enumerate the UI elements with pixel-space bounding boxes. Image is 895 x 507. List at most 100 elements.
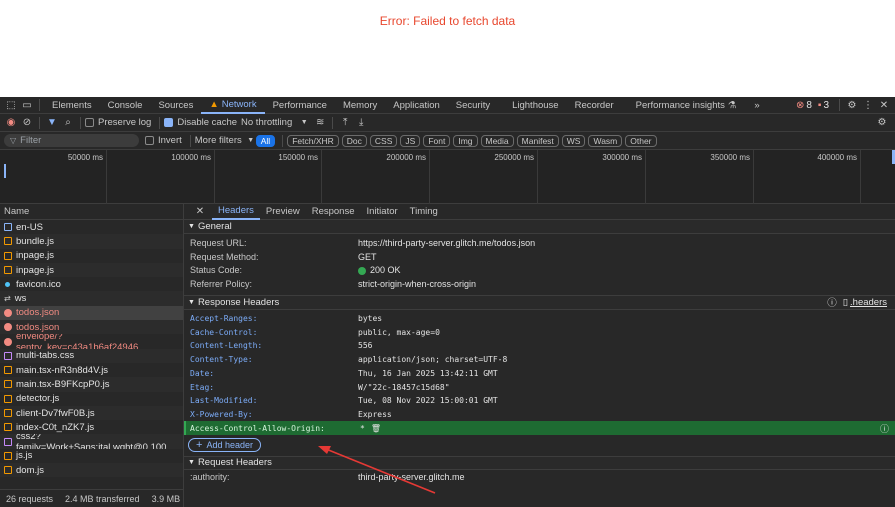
request-row[interactable]: multi-tabs.css: [0, 348, 183, 363]
tab-performance-insights[interactable]: Performance insights ⚗: [622, 97, 745, 114]
more-filters-button[interactable]: More filters: [195, 135, 242, 146]
warning-badge[interactable]: ▪ 3: [818, 100, 829, 111]
tab-initiator[interactable]: Initiator: [361, 204, 404, 220]
error-icon: ⊗: [795, 99, 805, 111]
header-value: Tue, 08 Nov 2022 15:00:01 GMT: [358, 396, 498, 406]
response-headers-section-header[interactable]: ▼ Response Headers ⓘ ▯ .headers: [184, 295, 895, 310]
type-filter-css[interactable]: CSS: [369, 134, 398, 147]
tab-network[interactable]: ▲ Network: [201, 97, 265, 114]
request-row[interactable]: todos.json: [0, 320, 183, 335]
type-filter-ws[interactable]: WS: [561, 134, 586, 147]
request-headers-section-header[interactable]: ▼ Request Headers: [184, 455, 895, 470]
script-icon: [4, 409, 12, 417]
acao-header-row[interactable]: Access-Control-Allow-Origin: * 🗑 ⓘ: [184, 421, 895, 435]
tab-memory[interactable]: Memory: [335, 97, 385, 114]
network-conditions-wifi-icon[interactable]: ≋: [312, 115, 328, 131]
export-har-icon[interactable]: ⤓: [353, 115, 369, 131]
tab-performance[interactable]: Performance: [265, 97, 335, 114]
type-filter-fetch-xhr[interactable]: Fetch/XHR: [287, 134, 339, 147]
kebab-menu-icon[interactable]: ⋮: [860, 97, 876, 113]
invert-checkbox[interactable]: [145, 136, 154, 145]
request-row[interactable]: envelope/?sentry_key=c43a1b6af24946...: [0, 334, 183, 349]
tab-security[interactable]: Security: [448, 97, 498, 114]
general-section-header[interactable]: ▼ General: [184, 220, 895, 234]
tab-sources[interactable]: Sources: [150, 97, 201, 114]
request-count: 26 requests: [6, 493, 54, 504]
request-row[interactable]: js.js: [0, 449, 183, 463]
type-filter-all[interactable]: All: [255, 134, 276, 147]
tab-timing[interactable]: Timing: [404, 204, 444, 220]
chevron-down-icon[interactable]: ▼: [246, 133, 256, 149]
header-key: Date:: [190, 368, 215, 378]
record-icon[interactable]: ◉: [3, 115, 19, 131]
tab-lighthouse[interactable]: Lighthouse: [498, 97, 566, 114]
request-row[interactable]: todos.json: [0, 305, 183, 321]
clear-icon[interactable]: ⊘: [19, 115, 35, 131]
script-icon: [4, 380, 12, 389]
invert-label: Invert: [158, 135, 182, 146]
search-icon[interactable]: ⌕: [60, 115, 76, 131]
request-row[interactable]: inpage.js: [0, 249, 183, 263]
filter-input[interactable]: ▽ Filter: [4, 134, 139, 147]
filter-funnel-icon[interactable]: ▼: [44, 115, 60, 131]
disable-cache-checkbox[interactable]: [164, 118, 174, 127]
network-settings-gear-icon[interactable]: ⚙: [874, 115, 890, 131]
request-row[interactable]: index-C0t_nZK7.js: [0, 420, 183, 434]
type-filter-js[interactable]: JS: [400, 134, 421, 147]
header-key: X-Powered-By:: [190, 409, 253, 419]
header-value: Thu, 16 Jan 2025 13:42:11 GMT: [358, 368, 498, 378]
delete-header-icon[interactable]: 🗑: [371, 424, 381, 433]
tab-recorder[interactable]: Recorder: [567, 97, 622, 114]
request-row[interactable]: css2?family=Work+Sans:ital,wght@0,100...: [0, 434, 183, 449]
tab-console[interactable]: Console: [100, 97, 151, 114]
header-value: Express: [358, 409, 392, 419]
request-row[interactable]: dom.js: [0, 463, 183, 478]
tab-headers[interactable]: Headers: [212, 204, 260, 220]
response-headers-section: Accept-Ranges: bytes Cache-Control: public…: [184, 310, 895, 456]
stylesheet-icon: [4, 437, 12, 446]
header-key: Last-Modified:: [190, 396, 258, 406]
device-toolbar-icon[interactable]: ▭: [19, 97, 35, 113]
headers-file-link[interactable]: .headers: [850, 297, 887, 308]
settings-gear-icon[interactable]: ⚙: [844, 97, 860, 113]
request-row[interactable]: main.tsx-nR3n8d4V.js: [0, 363, 183, 377]
more-tabs-button[interactable]: »: [744, 97, 767, 114]
tab-application[interactable]: Application: [385, 97, 447, 114]
tab-response[interactable]: Response: [306, 204, 361, 220]
type-filter-img[interactable]: Img: [453, 134, 478, 147]
request-row[interactable]: inpage.js: [0, 262, 183, 278]
chevron-down-icon[interactable]: ▼: [296, 115, 312, 131]
request-row[interactable]: favicon.ico: [0, 277, 183, 291]
import-har-icon[interactable]: ⤒: [337, 115, 353, 131]
close-icon[interactable]: ✕: [876, 97, 892, 113]
preserve-log-checkbox[interactable]: [85, 118, 94, 127]
request-row[interactable]: client-Dv7fwF0B.js: [0, 405, 183, 421]
request-row[interactable]: ⇄ ws: [0, 291, 183, 306]
type-filter-other[interactable]: Other: [625, 134, 657, 147]
add-header-button[interactable]: + Add header: [188, 437, 261, 452]
tab-preview[interactable]: Preview: [260, 204, 306, 220]
general-row: Request URL: https://third-party-server.g…: [184, 236, 895, 250]
error-badge[interactable]: ⊗ 8: [796, 100, 812, 111]
type-filter-media[interactable]: Media: [480, 134, 514, 147]
type-filter-font[interactable]: Font: [423, 134, 451, 147]
type-filter-wasm[interactable]: Wasm: [588, 134, 623, 147]
request-row[interactable]: detector.js: [0, 392, 183, 406]
type-filter-manifest[interactable]: Manifest: [516, 134, 559, 147]
preserve-log-label: Preserve log: [98, 117, 152, 128]
request-name: dom.js: [16, 464, 44, 476]
request-headers-section: :authority: third-party-server.glitch.me: [184, 470, 895, 484]
timeline-tick: 400000 ms: [817, 150, 861, 204]
close-details-icon[interactable]: ✕: [192, 204, 208, 220]
request-row[interactable]: bundle.js: [0, 234, 183, 249]
throttling-select[interactable]: No throttling: [241, 117, 292, 128]
request-row[interactable]: main.tsx-B9FKcpP0.js: [0, 377, 183, 392]
help-icon[interactable]: ⓘ: [827, 295, 837, 309]
inspect-element-icon[interactable]: ⬚: [3, 97, 19, 113]
info-icon[interactable]: ⓘ: [880, 422, 889, 435]
timeline-overview[interactable]: 50000 ms 100000 ms 150000 ms 200000 ms 2…: [0, 150, 895, 204]
tab-elements[interactable]: Elements: [44, 97, 100, 114]
request-row[interactable]: en-US: [0, 220, 183, 234]
name-column-header[interactable]: Name: [0, 204, 183, 220]
type-filter-doc[interactable]: Doc: [341, 134, 367, 147]
